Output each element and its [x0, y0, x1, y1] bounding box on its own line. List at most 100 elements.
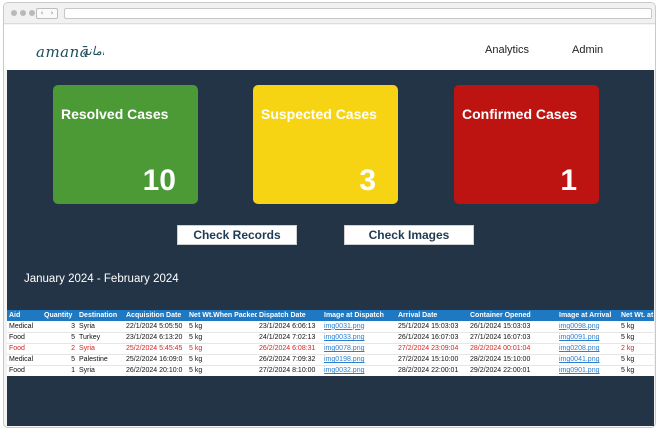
check-images-button[interactable]: Check Images [344, 225, 474, 245]
cell-container-opened: 28/2/2024 00:01:04 [468, 343, 557, 355]
table-row[interactable]: Medical 3 Syria 22/1/2024 5:05:50 5 kg 2… [7, 321, 654, 333]
cell-quantity: 5 [42, 354, 77, 366]
cell-dispatch-date: 26/2/2024 7:09:32 [257, 354, 322, 366]
cell-destination: Palestine [77, 354, 124, 366]
column-header[interactable]: Image at Dispatch [322, 310, 396, 321]
dispatch-image-link[interactable]: img0078.png [322, 343, 396, 355]
cell-aid: Medical [7, 354, 42, 366]
column-header[interactable]: Container Opened [468, 310, 557, 321]
resolved-cases-card[interactable]: Resolved Cases 10 [53, 85, 198, 204]
cell-aid: Food [7, 365, 42, 376]
cell-net-weight: 5 kg [187, 343, 257, 355]
amana-logo-icon: amanā أمانة [36, 43, 107, 61]
check-records-button[interactable]: Check Records [177, 225, 297, 245]
cell-net-weight: 5 kg [187, 321, 257, 333]
svg-text:أمانة: أمانة [82, 43, 104, 58]
arrival-image-link[interactable]: img0098.png [557, 321, 619, 333]
back-forward-buttons[interactable]: ‹ › [36, 8, 58, 19]
cell-aid: Medical [7, 321, 42, 333]
table-row[interactable]: Food 5 Turkey 23/1/2024 6:13:20 5 kg 24/… [7, 332, 654, 344]
cell-destination: Syria [77, 365, 124, 376]
cell-net-weight-arrival: 5 kg [619, 332, 654, 344]
card-count: 10 [142, 164, 176, 197]
card-count: 1 [560, 164, 577, 197]
arrival-image-link[interactable]: img0091.png [557, 332, 619, 344]
cell-dispatch-date: 24/1/2024 7:02:13 [257, 332, 322, 344]
cell-arrival-date: 26/1/2024 16:07:03 [396, 332, 468, 344]
dispatch-image-link[interactable]: img0198.png [322, 354, 396, 366]
column-header[interactable]: Net Wt.When Packed [187, 310, 257, 321]
cell-acquisition-date: 23/1/2024 6:13:20 [124, 332, 187, 344]
column-header[interactable]: Dispatch Date [257, 310, 322, 321]
cell-container-opened: 27/1/2024 16:07:03 [468, 332, 557, 344]
cell-destination: Syria [77, 321, 124, 333]
table-header-row: Aid Quantity Destination Acquisition Dat… [7, 310, 654, 321]
card-title: Suspected Cases [261, 106, 377, 122]
dispatch-image-link[interactable]: img0031.png [322, 321, 396, 333]
cell-net-weight: 5 kg [187, 332, 257, 344]
cell-dispatch-date: 23/1/2024 6:06:13 [257, 321, 322, 333]
cell-acquisition-date: 22/1/2024 5:05:50 [124, 321, 187, 333]
cell-destination: Turkey [77, 332, 124, 344]
address-bar[interactable] [64, 8, 652, 19]
cell-quantity: 5 [42, 332, 77, 344]
column-header[interactable]: Destination [77, 310, 124, 321]
cell-aid: Food [7, 332, 42, 344]
cell-acquisition-date: 25/2/2024 16:09:0 [124, 354, 187, 366]
card-title: Resolved Cases [61, 106, 169, 122]
cell-arrival-date: 28/2/2024 22:00:01 [396, 365, 468, 376]
confirmed-cases-card[interactable]: Confirmed Cases 1 [454, 85, 599, 204]
column-header[interactable]: Image at Arrival [557, 310, 619, 321]
cell-quantity: 3 [42, 321, 77, 333]
cell-net-weight: 5 kg [187, 354, 257, 366]
cell-arrival-date: 25/1/2024 15:03:03 [396, 321, 468, 333]
table-row[interactable]: Food 1 Syria 26/2/2024 20:10:0 5 kg 27/2… [7, 365, 654, 376]
dashboard-panel: Resolved Cases 10 Suspected Cases 3 Conf… [7, 70, 654, 426]
browser-window: ‹ › amanā أمانة Analytics Admin Resolved… [3, 2, 656, 428]
column-header[interactable]: Acquisition Date [124, 310, 187, 321]
cell-aid: Food [7, 343, 42, 355]
cell-container-opened: 28/2/2024 15:10:00 [468, 354, 557, 366]
cell-net-weight-arrival: 5 kg [619, 321, 654, 333]
back-arrow-icon[interactable]: ‹ [41, 10, 44, 17]
dispatch-image-link[interactable]: img0033.png [322, 332, 396, 344]
arrival-image-link[interactable]: img0901.png [557, 365, 619, 376]
cell-net-weight: 5 kg [187, 365, 257, 376]
records-table: Aid Quantity Destination Acquisition Dat… [7, 310, 654, 376]
dispatch-image-link[interactable]: img0032.png [322, 365, 396, 376]
window-dot-icon[interactable] [29, 10, 35, 16]
column-header[interactable]: Aid [7, 310, 42, 321]
brand-logo[interactable]: amanā أمانة [36, 38, 107, 67]
table-row[interactable]: Food 2 Syria 25/2/2024 5:45:45 5 kg 26/2… [7, 343, 654, 355]
browser-chrome: ‹ › [4, 3, 655, 24]
cell-net-weight-arrival: 5 kg [619, 354, 654, 366]
forward-arrow-icon[interactable]: › [51, 10, 54, 17]
column-header[interactable]: Net Wt. at [619, 310, 654, 321]
window-dot-icon[interactable] [11, 10, 17, 16]
date-range-label: January 2024 - February 2024 [24, 273, 179, 285]
cell-container-opened: 26/1/2024 15:03:03 [468, 321, 557, 333]
window-dot-icon[interactable] [20, 10, 26, 16]
cell-quantity: 1 [42, 365, 77, 376]
suspected-cases-card[interactable]: Suspected Cases 3 [253, 85, 398, 204]
cell-acquisition-date: 26/2/2024 20:10:0 [124, 365, 187, 376]
arrival-image-link[interactable]: img0041.png [557, 354, 619, 366]
cell-net-weight-arrival: 5 kg [619, 365, 654, 376]
nav-admin-link[interactable]: Admin [572, 44, 603, 56]
column-header[interactable]: Arrival Date [396, 310, 468, 321]
records-table-container[interactable]: Aid Quantity Destination Acquisition Dat… [7, 310, 654, 376]
card-count: 3 [359, 164, 376, 197]
card-title: Confirmed Cases [462, 106, 578, 122]
table-body: Medical 3 Syria 22/1/2024 5:05:50 5 kg 2… [7, 321, 654, 376]
cell-net-weight-arrival: 2 kg [619, 343, 654, 355]
cell-arrival-date: 27/2/2024 15:10:00 [396, 354, 468, 366]
cell-container-opened: 29/2/2024 22:00:01 [468, 365, 557, 376]
nav-analytics-link[interactable]: Analytics [485, 44, 529, 56]
top-navigation: amanā أمانة Analytics Admin [4, 25, 655, 70]
arrival-image-link[interactable]: img0208.png [557, 343, 619, 355]
table-row[interactable]: Medical 5 Palestine 25/2/2024 16:09:0 5 … [7, 354, 654, 366]
cell-quantity: 2 [42, 343, 77, 355]
cell-arrival-date: 27/2/2024 23:09:04 [396, 343, 468, 355]
cell-acquisition-date: 25/2/2024 5:45:45 [124, 343, 187, 355]
column-header[interactable]: Quantity [42, 310, 77, 321]
